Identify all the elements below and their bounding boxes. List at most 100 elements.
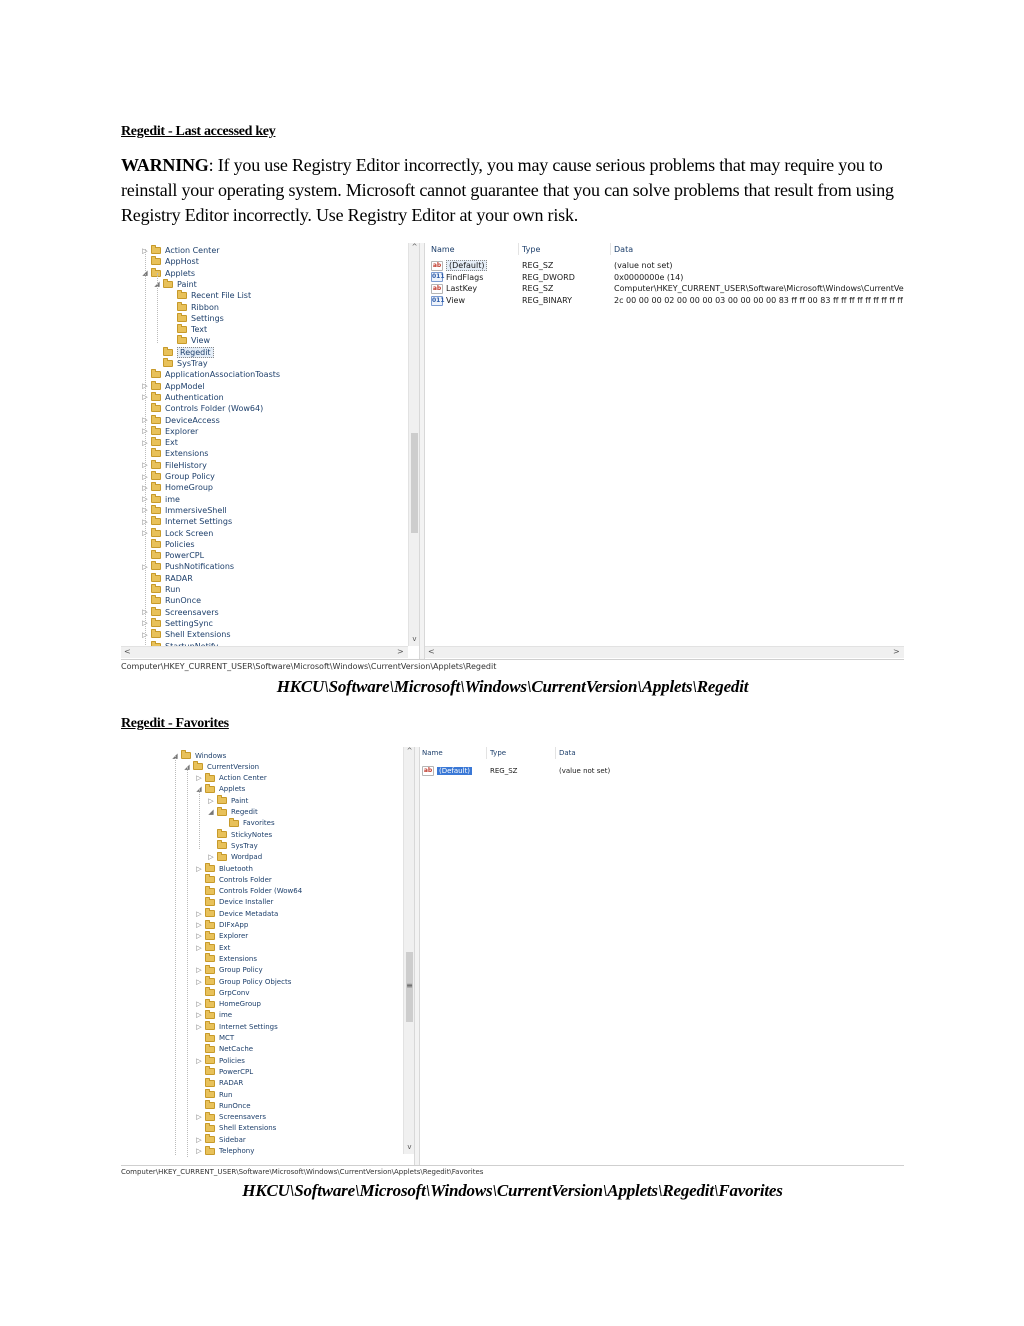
tree-item[interactable]: ▷ AppModel (141, 380, 205, 392)
expand-arrow-icon[interactable]: ▷ (195, 1011, 203, 1019)
tree-item[interactable]: Device Installer (195, 896, 273, 908)
tree-item[interactable]: ▷ Internet Settings (195, 1021, 278, 1032)
tree-item[interactable]: ▷ Group Policy (141, 471, 215, 482)
tree-item[interactable]: PowerCPL (195, 1066, 253, 1077)
column-header-data[interactable]: Data (614, 245, 633, 254)
tree-item[interactable]: ▷ Explorer (141, 425, 198, 437)
list-horizontal-scrollbar[interactable]: < > (425, 646, 904, 658)
expand-arrow-icon[interactable]: ▷ (195, 1113, 203, 1121)
tree-item[interactable]: ▷ DIFxApp (195, 919, 248, 931)
tree-item[interactable]: ▷ Shell Extensions (141, 629, 231, 640)
tree-item[interactable]: ▷ Action Center (141, 245, 220, 256)
tree-item[interactable]: StickyNotes (207, 829, 272, 840)
tree-item[interactable]: RADAR (141, 572, 193, 584)
tree-item[interactable]: ▷ PushNotifications (141, 561, 234, 572)
tree-item[interactable]: NetCache (195, 1043, 253, 1055)
tree-item[interactable]: Run (195, 1089, 232, 1100)
tree-item[interactable]: ◢ Applets (141, 267, 195, 279)
tree-item[interactable]: ▷ Lock Screen (141, 527, 213, 539)
tree-item[interactable]: ▷ Bluetooth (195, 863, 253, 874)
column-divider[interactable] (555, 747, 556, 759)
tree-item[interactable]: ▷ Sidebar (195, 1134, 246, 1145)
value-row[interactable]: 011 FindFlags (431, 272, 483, 283)
tree-item[interactable]: ▷ Action Center (195, 772, 267, 784)
tree-item[interactable]: SysTray (153, 358, 208, 369)
tree-item[interactable]: Run (141, 584, 180, 595)
collapse-arrow-icon[interactable]: ◢ (207, 808, 215, 816)
column-header-type[interactable]: Type (522, 245, 540, 254)
expand-arrow-icon[interactable]: ▷ (195, 921, 203, 929)
tree-item[interactable]: ▷ Group Policy (195, 964, 263, 976)
tree-item[interactable]: MCT (195, 1032, 234, 1044)
tree-item[interactable]: Ribbon (167, 301, 219, 313)
tree-item[interactable]: RunOnce (195, 1100, 251, 1111)
tree-item[interactable]: ◢ Windows (171, 750, 226, 761)
expand-arrow-icon[interactable]: ▷ (195, 1000, 203, 1008)
list-scroll-right-arrow[interactable]: > (893, 647, 900, 656)
tree-item[interactable]: ▷ Wordpad (207, 851, 262, 863)
tree-item[interactable]: Settings (167, 312, 224, 324)
column-divider[interactable] (610, 243, 611, 255)
expand-arrow-icon[interactable]: ▷ (195, 932, 203, 940)
tree-item[interactable]: ◢ CurrentVersion (183, 761, 259, 772)
value-row[interactable]: ab (Default) (431, 260, 488, 271)
tree-item[interactable]: AppHost (141, 256, 199, 267)
tree-item[interactable]: ▷ Device Metadata (195, 908, 278, 919)
tree-item[interactable]: ▷ Policies (195, 1055, 245, 1066)
tree-item[interactable]: ▷ Group Policy Objects (195, 976, 291, 987)
tree-item[interactable]: ◢ Regedit (207, 806, 258, 818)
tree-item[interactable]: Controls Folder (Wow64) (141, 403, 263, 414)
tree-item[interactable]: ▷ Ext (195, 942, 230, 953)
tree-item[interactable]: View (167, 335, 210, 346)
tree-item[interactable]: GrpConv (195, 987, 250, 998)
tree-item[interactable]: ▷ Paint (207, 795, 248, 806)
tree-item[interactable]: ▷ HomeGroup (141, 482, 213, 493)
tree-item[interactable]: ◢ Paint (153, 278, 197, 290)
tree-item[interactable]: ▷ Authentication (141, 391, 224, 403)
expand-arrow-icon[interactable]: ▷ (195, 774, 203, 782)
tree-item[interactable]: Text (167, 324, 207, 335)
expand-arrow-icon[interactable]: ▷ (207, 797, 215, 805)
tree-item[interactable]: Extensions (141, 448, 208, 459)
column-header-name[interactable]: Name (431, 245, 455, 254)
tree-horizontal-scrollbar[interactable]: < > (121, 646, 408, 658)
tree-item[interactable]: SysTray (207, 840, 258, 851)
expand-arrow-icon[interactable]: ▷ (195, 1147, 203, 1155)
column-header-data[interactable]: Data (559, 749, 576, 757)
expand-arrow-icon[interactable]: ▷ (207, 853, 215, 861)
column-divider[interactable] (486, 747, 487, 759)
tree-item[interactable]: ▷ Screensavers (141, 606, 219, 618)
value-row[interactable]: 011 View (431, 295, 465, 306)
column-header-type[interactable]: Type (490, 749, 506, 757)
tree-item[interactable]: RADAR (195, 1077, 243, 1089)
tree-item[interactable]: ▷ SettingSync (141, 617, 213, 629)
tree-item[interactable]: Extensions (195, 953, 257, 964)
tree-item[interactable]: ◢ Applets (195, 783, 245, 795)
expand-arrow-icon[interactable]: ▷ (195, 910, 203, 918)
value-row[interactable]: ab LastKey (431, 283, 477, 294)
tree-item[interactable]: ApplicationAssociationToasts (141, 369, 280, 380)
tree-item[interactable]: ▷ Telephony (195, 1145, 254, 1157)
tree-item[interactable]: Shell Extensions (195, 1122, 276, 1134)
tree-item[interactable]: Recent File List (167, 290, 251, 301)
scroll-thumb[interactable] (411, 433, 418, 533)
tree-item[interactable]: ▷ FileHistory (141, 459, 207, 471)
tree-item[interactable]: Controls Folder (Wow64 (195, 885, 302, 897)
column-header-name[interactable]: Name (422, 749, 443, 757)
tree-item[interactable]: RunOnce (141, 595, 201, 606)
tree-item[interactable]: ▷ Internet Settings (141, 516, 232, 527)
tree-item[interactable]: Controls Folder (195, 874, 272, 885)
expand-arrow-icon[interactable]: ▷ (195, 966, 203, 974)
expand-arrow-icon[interactable]: ▷ (195, 1023, 203, 1031)
list-scroll-left-arrow[interactable]: < (428, 647, 435, 656)
tree-item[interactable]: ▷ ime (141, 493, 180, 505)
tree-item[interactable]: ▷ ime (195, 1009, 232, 1021)
expand-arrow-icon[interactable]: ▷ (195, 944, 203, 952)
scroll-left-arrow[interactable]: < (124, 647, 131, 656)
tree-item[interactable]: PowerCPL (141, 550, 204, 561)
tree-item[interactable]: Policies (141, 538, 195, 550)
value-row[interactable]: ab (Default) (422, 765, 473, 776)
expand-arrow-icon[interactable]: ▷ (195, 865, 203, 873)
scroll-right-arrow[interactable]: > (397, 647, 404, 656)
tree-item[interactable]: ▷ Screensavers (195, 1111, 266, 1123)
